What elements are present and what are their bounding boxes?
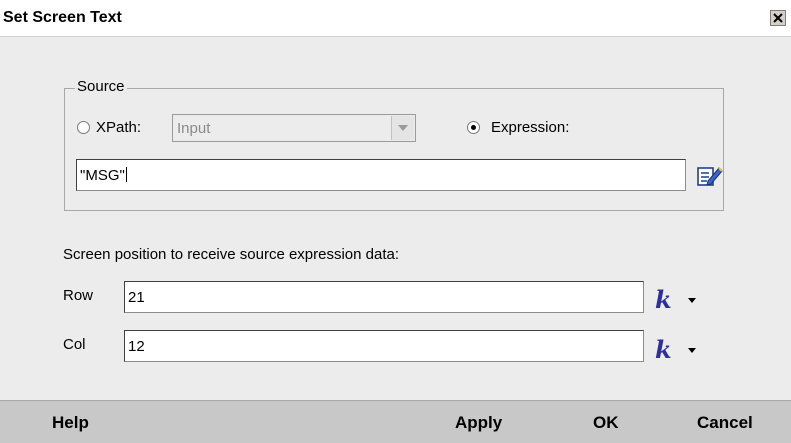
row-label: Row — [63, 287, 94, 304]
chevron-down-icon — [398, 125, 408, 131]
expression-label: Expression: — [491, 119, 570, 136]
row-input[interactable]: 21 — [124, 281, 644, 313]
expression-value: "MSG" — [80, 167, 125, 184]
cancel-button[interactable]: Cancel — [697, 413, 753, 433]
ok-button[interactable]: OK — [593, 413, 619, 433]
xpath-dropdown-value: Input — [177, 120, 211, 137]
edit-pencil-icon[interactable] — [697, 164, 723, 188]
title-bar[interactable]: Set Screen Text — [0, 0, 791, 37]
row-value: 21 — [128, 289, 145, 306]
dialog-title: Set Screen Text — [3, 9, 122, 26]
col-input[interactable]: 12 — [124, 330, 644, 362]
xpath-radio[interactable] — [77, 121, 90, 134]
xpath-dropdown: Input — [172, 114, 416, 142]
expression-radio[interactable] — [467, 121, 480, 134]
set-screen-text-dialog: Set Screen Text Source XPath: Input Expr… — [0, 0, 791, 443]
source-group — [64, 88, 724, 211]
caret-down-icon[interactable] — [687, 347, 697, 355]
text-caret — [125, 167, 127, 182]
button-bar — [0, 400, 791, 443]
col-value: 12 — [128, 338, 145, 355]
col-k-button[interactable]: k — [655, 335, 672, 364]
row-k-button[interactable]: k — [655, 285, 672, 314]
col-label: Col — [63, 336, 86, 353]
source-group-label: Source — [75, 78, 127, 95]
xpath-dropdown-button — [391, 116, 414, 140]
xpath-label: XPath: — [96, 119, 142, 136]
position-instruction: Screen position to receive source expres… — [63, 246, 400, 263]
close-button[interactable] — [770, 10, 786, 26]
help-button[interactable]: Help — [52, 413, 89, 433]
caret-down-icon[interactable] — [687, 297, 697, 305]
close-icon — [773, 13, 783, 23]
apply-button[interactable]: Apply — [455, 413, 502, 433]
expression-input[interactable]: "MSG" — [76, 159, 686, 191]
